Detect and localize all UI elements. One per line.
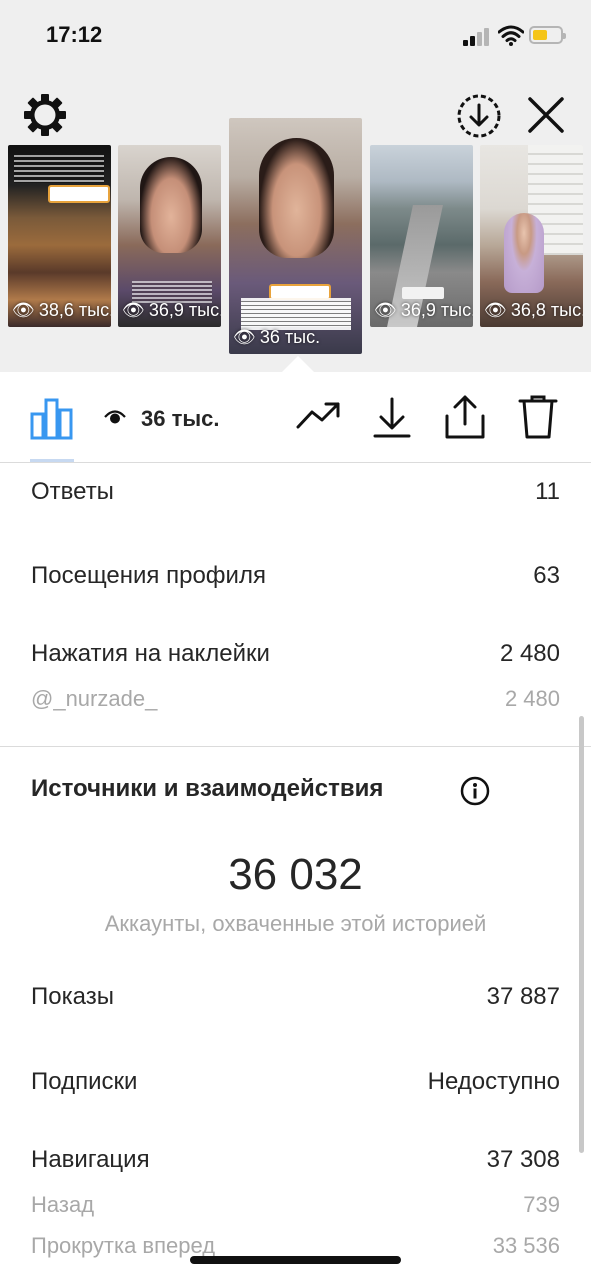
thumbnail-caption	[14, 155, 104, 183]
wifi-icon	[498, 25, 524, 46]
section-divider	[0, 746, 591, 747]
battery-icon	[529, 26, 566, 44]
bar-chart-icon[interactable]	[30, 396, 74, 440]
forward-value: 33 536	[492, 1233, 560, 1258]
back-row: Назад 739	[31, 1192, 560, 1218]
story-views: 36 тыс.	[259, 327, 321, 347]
status-bar: 17:12	[0, 0, 591, 72]
back-value: 739	[523, 1192, 560, 1217]
replies-row: Ответы 11	[31, 478, 560, 506]
thumbnail-caption-text	[241, 301, 351, 327]
download-circle-icon[interactable]	[456, 93, 502, 139]
home-indicator[interactable]	[190, 1256, 401, 1264]
eye-icon: 👁	[374, 300, 397, 320]
story-thumbnail-2[interactable]: 👁 36,9 тыс.	[118, 145, 221, 327]
follows-row: Подписки Недоступно	[31, 1068, 560, 1096]
back-label: Назад	[31, 1192, 95, 1217]
sticker-taps-label: Нажатия на наклейки	[31, 640, 270, 667]
gear-icon[interactable]	[22, 92, 68, 138]
trash-icon[interactable]	[518, 394, 558, 440]
story-views: 36,9 тыс.	[148, 300, 221, 320]
accounts-reached-value: 36 032	[228, 850, 363, 899]
download-icon[interactable]	[373, 397, 411, 439]
poll-sticker	[402, 287, 444, 299]
follows-value: Недоступно	[427, 1068, 560, 1095]
eye-icon: 👁	[122, 300, 145, 320]
signal-icon	[463, 28, 491, 46]
eye-icon: 👁	[233, 327, 256, 347]
status-time: 17:12	[46, 22, 103, 47]
eye-icon	[104, 410, 126, 424]
story-thumbnail-4[interactable]: 👁 36,9 тыс.	[370, 145, 473, 327]
active-tab-indicator	[30, 459, 74, 462]
story-views: 36,8 тыс.	[510, 300, 583, 320]
close-icon[interactable]	[526, 95, 566, 135]
trend-icon[interactable]	[296, 400, 342, 430]
accounts-reached-caption: Аккаунты, охваченные этой историей	[104, 911, 487, 936]
sticker-mention-value: 2 480	[504, 686, 560, 711]
follows-label: Подписки	[31, 1068, 138, 1095]
impressions-value: 37 887	[486, 983, 560, 1010]
profile-visits-value: 63	[533, 562, 560, 589]
impressions-label: Показы	[31, 983, 114, 1010]
navigation-row: Навигация 37 308	[31, 1146, 560, 1174]
story-thumbnail-selected[interactable]: 👁 36 тыс.	[229, 118, 362, 354]
sticker-mention-label: @_nurzade_	[31, 686, 158, 711]
navigation-label: Навигация	[31, 1146, 150, 1173]
info-icon[interactable]	[460, 776, 490, 806]
thumbnail-photo	[140, 157, 202, 253]
eye-icon: 👁	[12, 300, 35, 320]
thumbnail-photo-subject	[504, 213, 544, 293]
forward-label: Прокрутка вперед	[31, 1233, 216, 1258]
scrollbar[interactable]	[579, 716, 584, 1153]
discovery-title: Источники и взаимодействия	[31, 775, 384, 802]
insights-toolbar: 36 тыс.	[0, 372, 591, 463]
sticker-mention-row[interactable]: @_nurzade_ 2 480	[31, 686, 560, 712]
story-thumbnail-5[interactable]: 👁 36,8 тыс.	[480, 145, 583, 327]
story-views: 38,6 тыс.	[38, 300, 111, 320]
story-view-count: 36 тыс.	[141, 406, 220, 431]
share-icon[interactable]	[444, 394, 486, 440]
selected-story-pointer	[282, 356, 314, 372]
navigation-value: 37 308	[486, 1146, 560, 1173]
profile-visits-row: Посещения профиля 63	[31, 562, 560, 590]
mention-sticker	[48, 185, 110, 203]
profile-visits-label: Посещения профиля	[31, 562, 266, 589]
story-views: 36,9 тыс.	[400, 300, 473, 320]
sticker-taps-row: Нажатия на наклейки 2 480	[31, 640, 560, 668]
replies-value: 11	[535, 478, 560, 505]
story-thumbnail-1[interactable]: 👁 38,6 тыс.	[8, 145, 111, 327]
replies-label: Ответы	[31, 478, 114, 505]
sticker-taps-value: 2 480	[499, 640, 560, 667]
eye-icon: 👁	[484, 300, 507, 320]
impressions-row: Показы 37 887	[31, 983, 560, 1011]
thumbnail-photo	[259, 138, 334, 258]
